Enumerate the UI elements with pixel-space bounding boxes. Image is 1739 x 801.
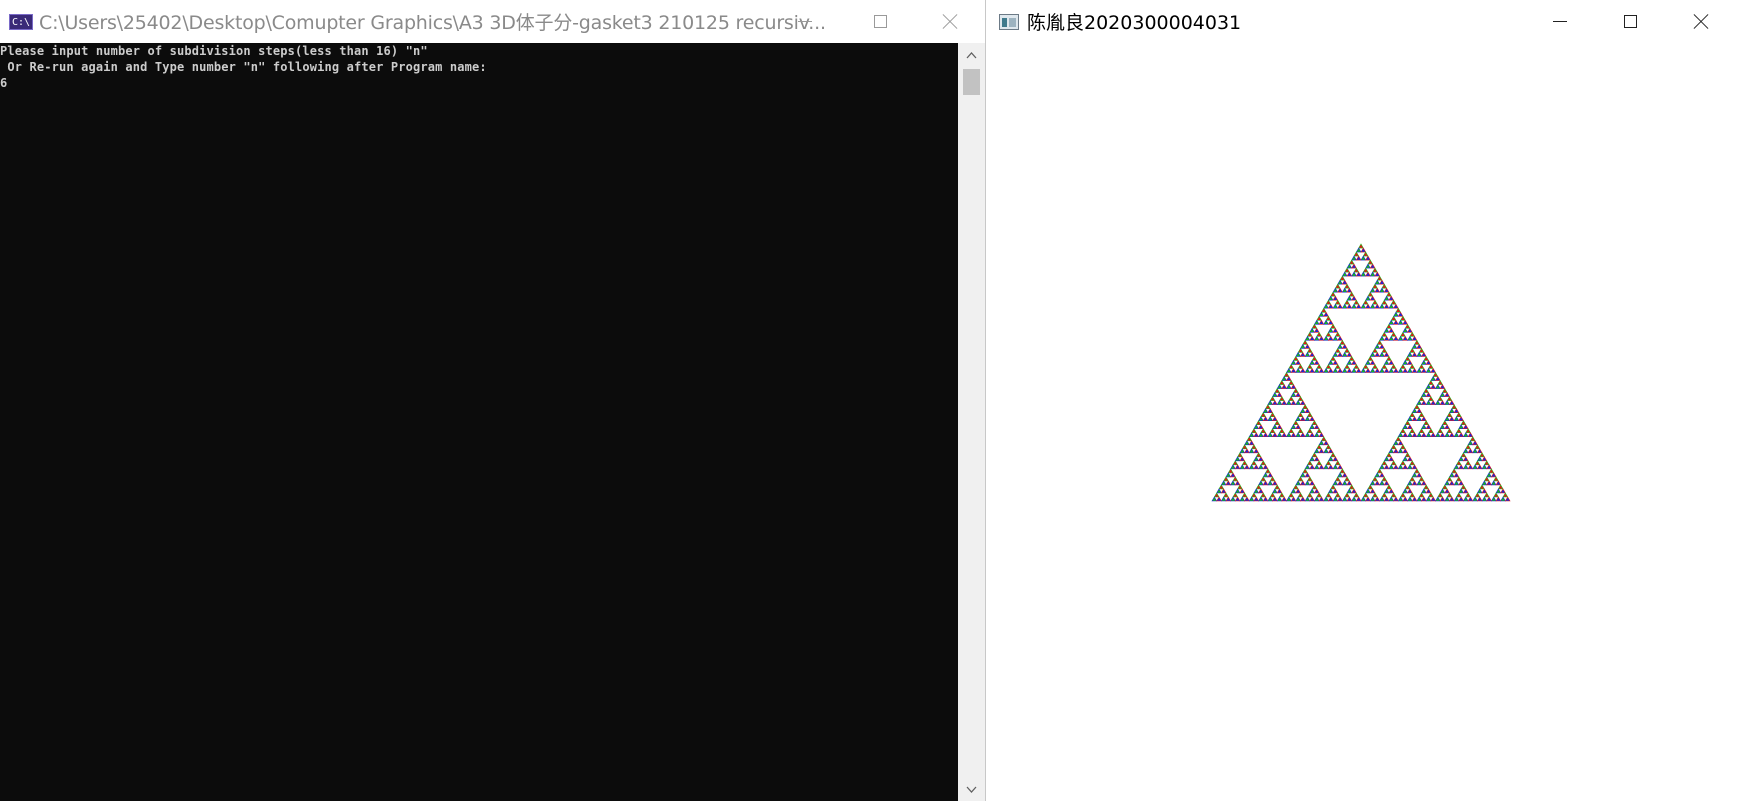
close-icon: [1693, 14, 1709, 30]
gl-minimize-button[interactable]: [1525, 0, 1595, 43]
console-output[interactable]: Please input number of subdivision steps…: [0, 43, 958, 801]
application-window-icon: [999, 13, 1019, 30]
console-input-line[interactable]: 6: [0, 75, 958, 91]
console-minimize-button[interactable]: [770, 0, 840, 43]
console-window-title: C:\Users\25402\Desktop\Comupter Graphics…: [39, 12, 826, 34]
gl-maximize-button[interactable]: [1595, 0, 1665, 43]
console-window[interactable]: C:\ C:\Users\25402\Desktop\Comupter Grap…: [0, 0, 986, 801]
gl-window[interactable]: 陈胤良2020300004031: [986, 0, 1739, 801]
minimize-icon: [1553, 21, 1567, 22]
gl-title-bar[interactable]: 陈胤良2020300004031: [986, 0, 1739, 43]
console-title-bar[interactable]: C:\ C:\Users\25402\Desktop\Comupter Grap…: [0, 0, 985, 43]
gasket-triangles: [1211, 243, 1511, 502]
scroll-down-button[interactable]: [958, 777, 985, 801]
scroll-up-button[interactable]: [958, 43, 985, 67]
console-app-icon: C:\: [9, 13, 33, 30]
console-vertical-scrollbar[interactable]: [958, 43, 985, 801]
scrollbar-thumb[interactable]: [963, 69, 980, 95]
close-icon: [942, 14, 958, 30]
gl-close-button[interactable]: [1666, 0, 1736, 43]
gl-render-area[interactable]: [986, 43, 1739, 801]
console-maximize-button[interactable]: [845, 0, 915, 43]
console-close-button[interactable]: [915, 0, 985, 43]
sierpinski-gasket: [1211, 243, 1511, 502]
minimize-icon: [798, 21, 812, 22]
maximize-icon: [1623, 15, 1637, 28]
chevron-up-icon: [966, 51, 977, 58]
gl-window-title: 陈胤良2020300004031: [1027, 12, 1242, 34]
maximize-icon: [873, 15, 887, 28]
chevron-down-icon: [966, 786, 977, 793]
console-line: Please input number of subdivision steps…: [0, 44, 428, 58]
console-line: Or Re-run again and Type number "n" foll…: [0, 60, 487, 74]
